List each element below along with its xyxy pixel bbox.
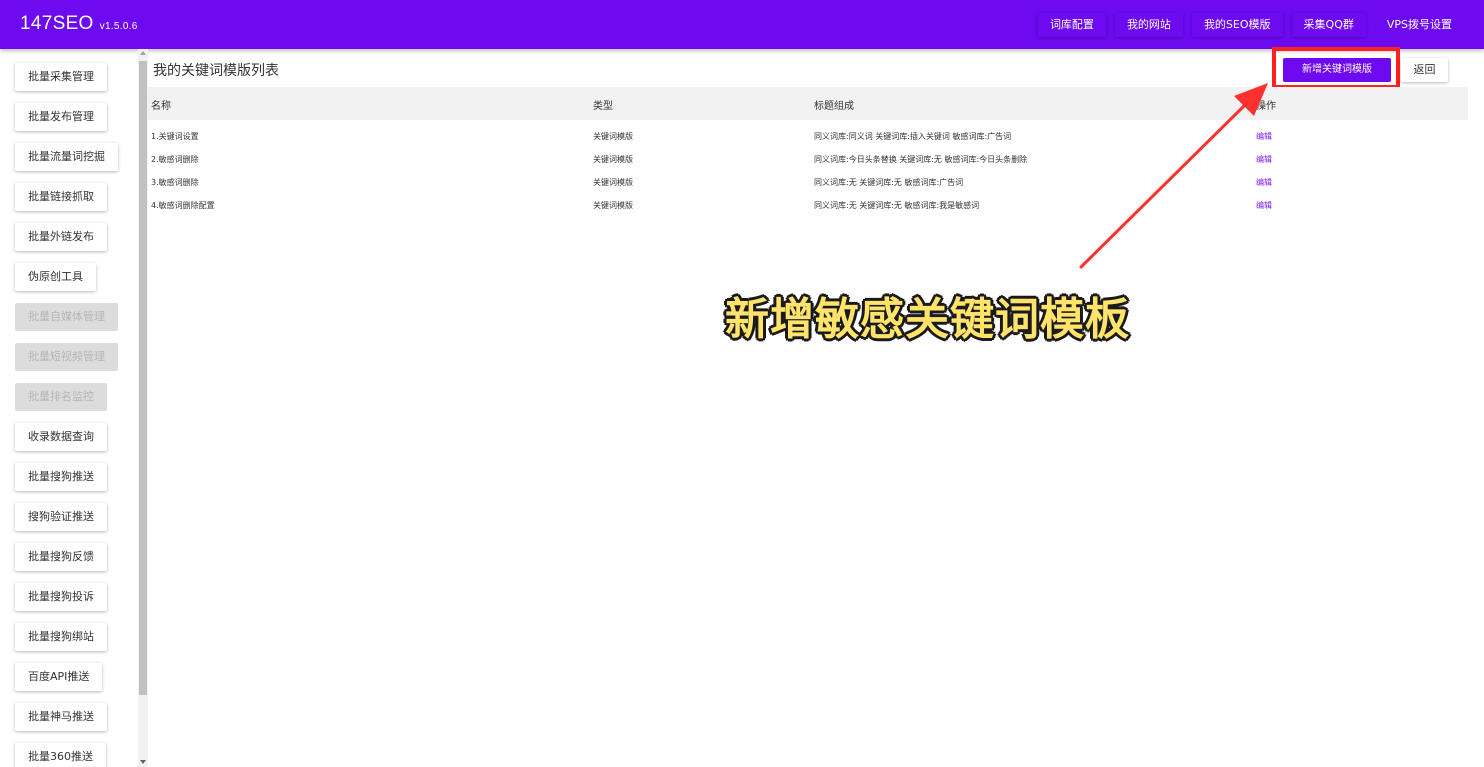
row-type: 关键词模版 [593,178,633,187]
row-name: 2.敏感词删除 [151,155,199,164]
sidebar-item-external-links[interactable]: 批量外链发布 [15,223,107,251]
sidebar-item-index-query[interactable]: 收录数据查询 [15,423,107,451]
nav-my-seo-templates[interactable]: 我的SEO模版 [1192,13,1283,37]
annotation-text: 新增敏感关键词模板 [725,294,1130,345]
row-edit-link[interactable]: 编辑 [1256,154,1272,165]
column-header-action: 操作 [1256,101,1276,112]
column-header-type: 类型 [593,101,613,112]
row-composition: 同义词库:无 关键词库:无 敏感词库:广告词 [814,178,964,187]
app-brand: 147SEO v1.5.0.6 [20,13,138,35]
sidebar-item-rank-monitor: 批量排名监控 [15,383,107,411]
back-button[interactable]: 返回 [1401,58,1448,82]
sidebar-item-batch-collect[interactable]: 批量采集管理 [15,63,107,91]
sidebar-item-baidu-api-push[interactable]: 百度API推送 [15,663,103,691]
sidebar-item-batch-publish[interactable]: 批量发布管理 [15,103,107,131]
sidebar-item-sogou-feedback[interactable]: 批量搜狗反馈 [15,543,107,571]
column-header-name: 名称 [151,101,171,112]
sidebar-item-360-push[interactable]: 批量360推送 [15,743,106,767]
sidebar-item-pseudo-original[interactable]: 伪原创工具 [15,263,96,291]
top-nav: 词库配置 我的网站 我的SEO模版 采集QQ群 VPS拨号设置 [1038,0,1484,49]
sidebar-item-self-media: 批量自媒体管理 [15,303,118,331]
page-title: 我的关键词模版列表 [153,63,279,79]
row-type: 关键词模版 [593,201,633,210]
sidebar-item-link-crawl[interactable]: 批量链接抓取 [15,183,107,211]
nav-vps-dial-settings[interactable]: VPS拨号设置 [1375,13,1484,37]
row-composition: 同义词库:同义词 关键词库:插入关键词 敏感词库:广告词 [814,132,1012,141]
table-row: 4.敏感词删除配置 关键词模版 同义词库:无 关键词库:无 敏感词库:我是敏感词… [148,195,1468,218]
scrollbar-thumb[interactable] [139,61,147,695]
sidebar: 批量采集管理 批量发布管理 批量流量词挖掘 批量链接抓取 批量外链发布 伪原创工… [0,49,138,767]
column-header-composition: 标题组成 [814,101,854,112]
sidebar-item-sogou-push[interactable]: 批量搜狗推送 [15,463,107,491]
sidebar-item-traffic-keywords[interactable]: 批量流量词挖掘 [15,143,118,171]
row-composition: 同义词库:今日头条替换 关键词库:无 敏感词库:今日头条删除 [814,155,1028,164]
sidebar-item-short-video: 批量短视频管理 [15,343,118,371]
sidebar-item-shenma-push[interactable]: 批量神马推送 [15,703,107,731]
row-edit-link[interactable]: 编辑 [1256,177,1272,188]
row-edit-link[interactable]: 编辑 [1256,200,1272,211]
app-title: 147SEO [20,13,94,34]
scroll-up-arrow-icon[interactable] [140,51,146,55]
sidebar-item-sogou-complaint[interactable]: 批量搜狗投诉 [15,583,107,611]
row-name: 4.敏感词删除配置 [151,201,215,210]
top-bar: 147SEO v1.5.0.6 词库配置 我的网站 我的SEO模版 采集QQ群 V… [0,0,1484,49]
row-edit-link[interactable]: 编辑 [1256,131,1272,142]
table-row: 2.敏感词删除 关键词模版 同义词库:今日头条替换 关键词库:无 敏感词库:今日… [148,149,1468,172]
row-composition: 同义词库:无 关键词库:无 敏感词库:我是敏感词 [814,201,980,210]
add-keyword-template-button[interactable]: 新增关键词模版 [1283,58,1391,82]
app-version: v1.5.0.6 [99,21,138,32]
table-row: 1.关键词设置 关键词模版 同义词库:同义词 关键词库:插入关键词 敏感词库:广… [148,126,1468,149]
nav-collect-qq-groups[interactable]: 采集QQ群 [1292,13,1366,37]
row-name: 3.敏感词删除 [151,178,199,187]
main-content: 我的关键词模版列表 新增关键词模版 返回 名称 类型 标题组成 操作 1.关键词… [148,47,1468,767]
scroll-down-arrow-icon[interactable] [140,760,146,764]
sidebar-scrollbar[interactable] [138,49,148,767]
nav-lexicon-config[interactable]: 词库配置 [1038,13,1106,37]
table-header: 名称 类型 标题组成 操作 [148,87,1468,120]
sidebar-item-sogou-bind-site[interactable]: 批量搜狗绑站 [15,623,107,651]
row-name: 1.关键词设置 [151,132,199,141]
sidebar-item-sogou-verify-push[interactable]: 搜狗验证推送 [15,503,107,531]
table-row: 3.敏感词删除 关键词模版 同义词库:无 关键词库:无 敏感词库:广告词 编辑 [148,172,1468,195]
row-type: 关键词模版 [593,155,633,164]
nav-my-sites[interactable]: 我的网站 [1115,13,1183,37]
row-type: 关键词模版 [593,132,633,141]
